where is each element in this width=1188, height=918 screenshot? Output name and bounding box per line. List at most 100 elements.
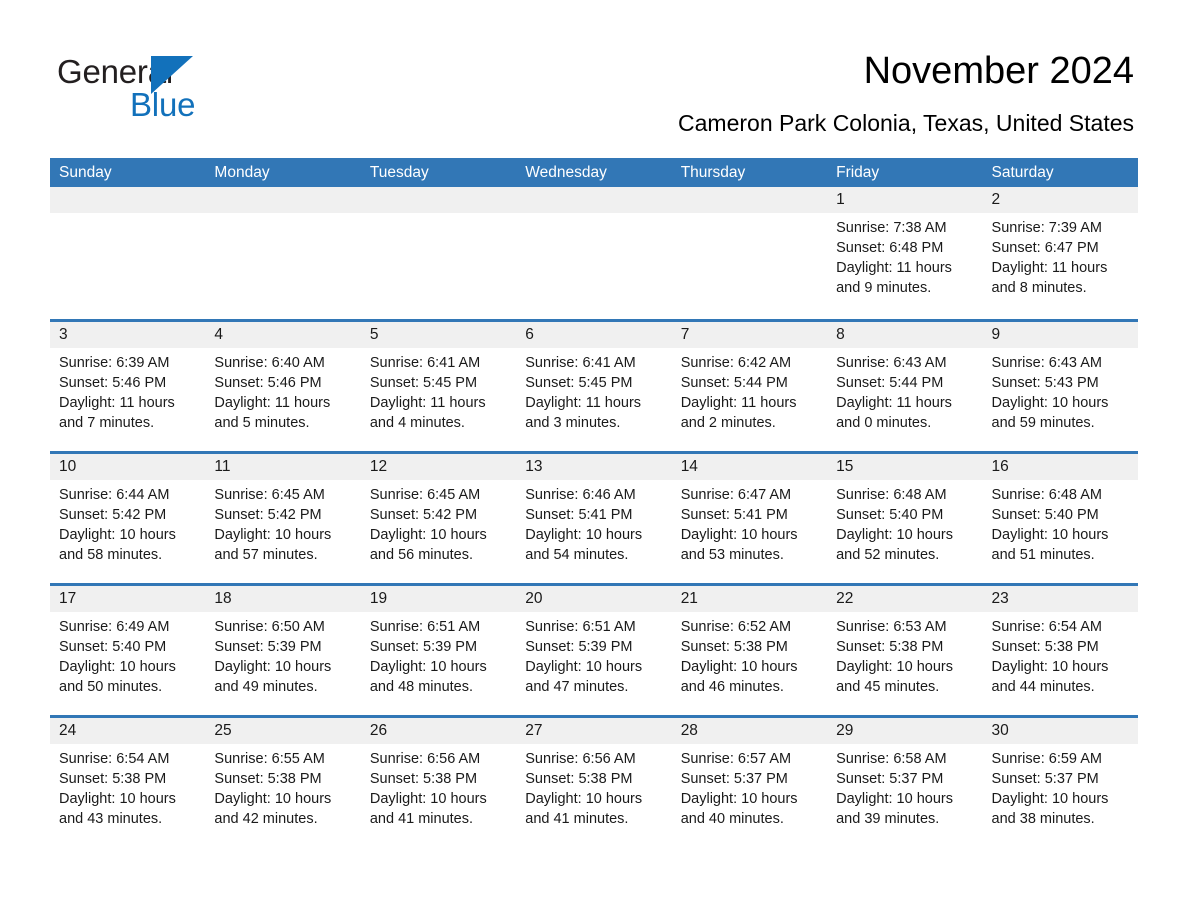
calendar-day-cell[interactable]: 28 Sunrise: 6:57 AM Sunset: 5:37 PM Dayligh… [671, 718, 828, 847]
daylight-text: and 53 minutes. [680, 547, 784, 563]
calendar-day-cell[interactable]: 7 Sunrise: 6:42 AM Sunset: 5:44 PM Daylight… [671, 322, 828, 451]
weekday-header-tuesday: Tuesday [369, 164, 429, 181]
calendar-day-cell[interactable]: 26 Sunrise: 6:56 AM Sunset: 5:38 PM Dayligh… [360, 718, 517, 847]
daylight-text: Daylight: 10 hours [214, 659, 332, 675]
calendar-day-cell[interactable]: 8 Sunrise: 6:43 AM Sunset: 5:44 PM Daylight… [827, 322, 983, 451]
day-number-bar: 4 [205, 322, 361, 348]
daylight-text: Daylight: 11 hours [214, 395, 331, 411]
day-number-bar: 29 [827, 718, 983, 744]
day-details [205, 213, 360, 218]
calendar-weeks: 1 Sunrise: 7:38 AM Sunset: 6:48 PM Daylight… [50, 187, 1138, 847]
sunrise-text: Sunrise: 6:54 AM [991, 619, 1102, 635]
calendar-day-cell[interactable]: 27 Sunrise: 6:56 AM Sunset: 5:38 PM Dayligh… [516, 718, 672, 847]
sunset-text: Sunset: 5:46 PM [214, 375, 322, 391]
sunrise-text: Sunrise: 6:44 AM [59, 487, 170, 503]
day-number-bar: 1 [827, 187, 983, 213]
calendar-day-cell[interactable]: 19 Sunrise: 6:51 AM Sunset: 5:39 PM Dayligh… [360, 586, 517, 715]
calendar-day-cell[interactable]: 14 Sunrise: 6:47 AM Sunset: 5:41 PM Dayligh… [671, 454, 828, 583]
day-number-bar: 26 [360, 718, 517, 744]
calendar-day-cell[interactable]: 22 Sunrise: 6:53 AM Sunset: 5:38 PM Dayligh… [827, 586, 983, 715]
daylight-text: and 56 minutes. [369, 547, 474, 563]
calendar-day-cell[interactable]: 15 Sunrise: 6:48 AM Sunset: 5:40 PM Dayligh… [827, 454, 983, 583]
daylight-text: Daylight: 10 hours [525, 659, 643, 675]
day-number: 10 [59, 458, 77, 475]
generalblue-logo[interactable]: General Blue [57, 52, 257, 123]
day-number-bar: 17 [50, 586, 206, 612]
daylight-text: and 54 minutes. [525, 547, 629, 563]
sunrise-text: Sunrise: 6:45 AM [214, 487, 325, 503]
sunrise-text: Sunrise: 6:41 AM [369, 355, 481, 371]
daylight-text: and 7 minutes. [59, 415, 155, 431]
sunset-text: Sunset: 5:38 PM [214, 771, 322, 787]
weekday-header-wednesday: Wednesday [525, 164, 607, 181]
day-details: Sunrise: 6:51 AM Sunset: 5:39 PM Daylight:… [361, 612, 516, 697]
day-number-bar: 2 [982, 187, 1138, 213]
calendar-day-cell[interactable]: 29 Sunrise: 6:58 AM Sunset: 5:37 PM Dayligh… [827, 718, 983, 847]
daylight-text: Daylight: 10 hours [59, 527, 176, 543]
calendar-day-cell[interactable]: 20 Sunrise: 6:51 AM Sunset: 5:39 PM Dayligh… [516, 586, 672, 715]
day-number: 25 [214, 722, 232, 739]
sunrise-text: Sunrise: 6:54 AM [59, 751, 170, 767]
calendar-day-cell[interactable]: 30 Sunrise: 6:59 AM Sunset: 5:37 PM Dayligh… [982, 718, 1138, 847]
sunrise-text: Sunrise: 6:40 AM [214, 355, 325, 371]
calendar-day-cell[interactable]: 5 Sunrise: 6:41 AM Sunset: 5:45 PM Daylight… [360, 322, 517, 451]
day-details: Sunrise: 6:42 AM Sunset: 5:44 PM Daylight:… [672, 348, 827, 433]
calendar-day-cell[interactable]: 17 Sunrise: 6:49 AM Sunset: 5:40 PM Dayligh… [50, 586, 206, 715]
daylight-text: Daylight: 10 hours [369, 527, 487, 543]
day-number-bar: 23 [982, 586, 1138, 612]
daylight-text: and 59 minutes. [991, 415, 1095, 431]
calendar-day-cell[interactable]: 21 Sunrise: 6:52 AM Sunset: 5:38 PM Dayligh… [671, 586, 828, 715]
sunrise-text: Sunrise: 6:59 AM [991, 751, 1102, 767]
day-number-bar: 18 [205, 586, 361, 612]
calendar-day-cell[interactable]: 16 Sunrise: 6:48 AM Sunset: 5:40 PM Dayligh… [982, 454, 1138, 583]
sunset-text: Sunset: 5:39 PM [369, 639, 478, 655]
calendar-day-cell[interactable]: 13 Sunrise: 6:46 AM Sunset: 5:41 PM Dayligh… [516, 454, 672, 583]
sunset-text: Sunset: 5:40 PM [836, 507, 944, 523]
weekday-header-row: Sunday Monday Tuesday Wednesday Thursday Frid… [50, 158, 1138, 187]
day-number: 14 [680, 458, 698, 475]
day-number: 26 [369, 722, 388, 739]
daylight-text: Daylight: 11 hours [369, 395, 486, 411]
calendar-day-cell[interactable]: 11 Sunrise: 6:45 AM Sunset: 5:42 PM Dayligh… [205, 454, 361, 583]
calendar-day-cell[interactable]: 23 Sunrise: 6:54 AM Sunset: 5:38 PM Dayligh… [982, 586, 1138, 715]
day-number: 5 [369, 326, 379, 343]
day-number: 28 [680, 722, 698, 739]
sunset-text: Sunset: 5:42 PM [214, 507, 322, 523]
day-number-bar: 7 [671, 322, 828, 348]
daylight-text: and 51 minutes. [991, 547, 1095, 563]
day-number-bar: 28 [671, 718, 828, 744]
day-number-bar: 22 [827, 586, 983, 612]
daylight-text: and 57 minutes. [214, 547, 318, 563]
day-details: Sunrise: 6:54 AM Sunset: 5:38 PM Daylight:… [50, 744, 205, 829]
daylight-text: and 47 minutes. [525, 679, 629, 695]
calendar-day-cell[interactable]: 1 Sunrise: 7:38 AM Sunset: 6:48 PM Daylight… [827, 187, 983, 319]
day-details: Sunrise: 6:39 AM Sunset: 5:46 PM Daylight:… [50, 348, 205, 433]
calendar-day-cell[interactable]: 4 Sunrise: 6:40 AM Sunset: 5:46 PM Daylight… [205, 322, 361, 451]
sunset-text: Sunset: 5:45 PM [369, 375, 478, 391]
daylight-text: and 49 minutes. [214, 679, 318, 695]
day-number-bar: 24 [50, 718, 206, 744]
day-number-bar: 25 [205, 718, 361, 744]
day-details: Sunrise: 6:45 AM Sunset: 5:42 PM Daylight:… [361, 480, 516, 565]
day-number-bar: 20 [516, 586, 672, 612]
sunrise-text: Sunrise: 6:46 AM [525, 487, 636, 503]
logo-text-blue: Blue [130, 86, 196, 123]
calendar-day-cell[interactable]: 12 Sunrise: 6:45 AM Sunset: 5:42 PM Dayligh… [360, 454, 517, 583]
daylight-text: and 58 minutes. [59, 547, 163, 563]
calendar-day-cell[interactable]: 6 Sunrise: 6:41 AM Sunset: 5:45 PM Daylight… [516, 322, 672, 451]
calendar-day-cell[interactable]: 3 Sunrise: 6:39 AM Sunset: 5:46 PM Daylight… [50, 322, 206, 451]
sunrise-text: Sunrise: 6:42 AM [680, 355, 792, 371]
day-number: 13 [525, 458, 543, 475]
page-header: General Blue November 2024 Cameron Park … [0, 0, 1188, 158]
calendar-day-cell[interactable]: 24 Sunrise: 6:54 AM Sunset: 5:38 PM Dayligh… [50, 718, 206, 847]
daylight-text: and 50 minutes. [59, 679, 163, 695]
calendar-day-cell[interactable]: 2 Sunrise: 7:39 AM Sunset: 6:47 PM Daylight… [982, 187, 1138, 319]
sunset-text: Sunset: 5:40 PM [991, 507, 1099, 523]
calendar-day-cell[interactable]: 9 Sunrise: 6:43 AM Sunset: 5:43 PM Daylight… [982, 322, 1138, 451]
calendar-day-cell[interactable]: 25 Sunrise: 6:55 AM Sunset: 5:38 PM Dayligh… [205, 718, 361, 847]
daylight-text: Daylight: 11 hours [680, 395, 797, 411]
calendar-day-cell[interactable]: 18 Sunrise: 6:50 AM Sunset: 5:39 PM Dayligh… [205, 586, 361, 715]
daylight-text: Daylight: 10 hours [991, 659, 1109, 675]
calendar-day-cell[interactable]: 10 Sunrise: 6:44 AM Sunset: 5:42 PM Dayligh… [50, 454, 206, 583]
sunset-text: Sunset: 5:42 PM [59, 507, 167, 523]
